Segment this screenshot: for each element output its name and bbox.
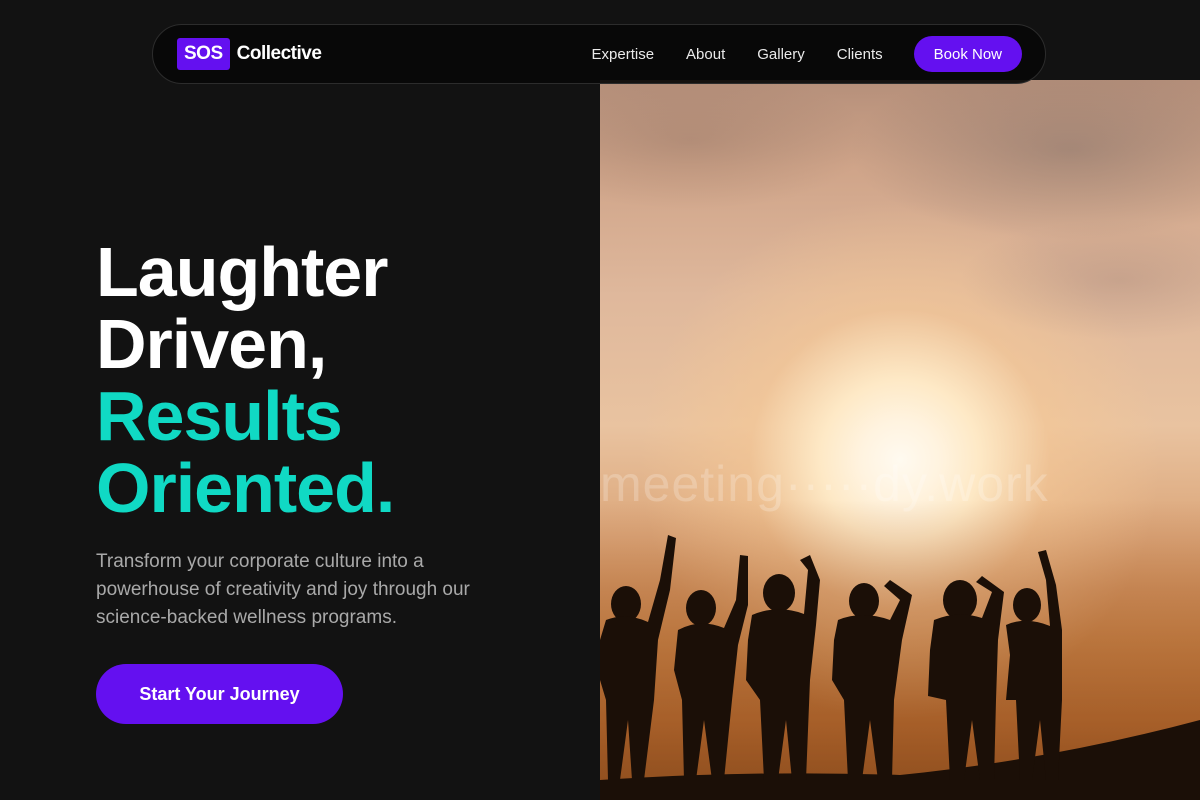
- nav-link-about[interactable]: About: [686, 46, 725, 63]
- nav-link-expertise[interactable]: Expertise: [592, 46, 655, 63]
- nav-menu: Expertise About Gallery Clients Book Now: [592, 36, 1022, 72]
- start-journey-button[interactable]: Start Your Journey: [96, 664, 343, 724]
- headline-line-3: Results: [96, 377, 343, 455]
- nav-link-clients[interactable]: Clients: [837, 46, 883, 63]
- nav-link-gallery[interactable]: Gallery: [757, 46, 805, 63]
- logo-badge: SOS: [177, 38, 230, 70]
- top-navbar: SOS Collective Expertise About Gallery C…: [152, 24, 1046, 84]
- book-now-button[interactable]: Book Now: [913, 36, 1022, 72]
- headline-line-4: Oriented.: [96, 449, 395, 527]
- hero-image: meeting·····dy.work: [600, 80, 1200, 800]
- headline-line-2: Driven,: [96, 305, 327, 383]
- hero-subtext: Transform your corporate culture into a …: [96, 551, 470, 628]
- logo-text: Collective: [236, 43, 322, 64]
- hero-headline: Laughter Driven, Results Oriented.: [96, 233, 395, 527]
- people-silhouettes: [600, 535, 1200, 800]
- logo[interactable]: SOS Collective: [177, 38, 322, 70]
- headline-line-1: Laughter: [96, 233, 388, 311]
